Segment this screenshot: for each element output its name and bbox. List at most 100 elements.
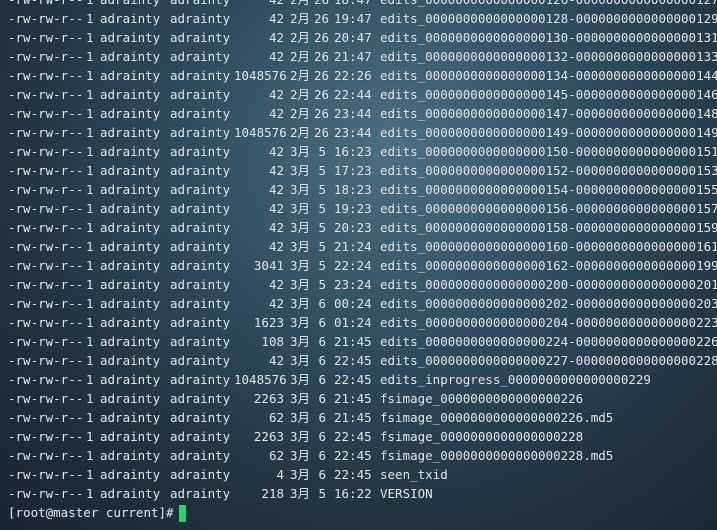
link-count: 1: [86, 258, 94, 273]
modified-time: 22:45: [334, 353, 372, 368]
listing-row: -rw-rw-r-- 1 adrainty adrainty 1048576 2月 26 23…: [8, 123, 717, 142]
file-group: adrainty: [170, 296, 231, 311]
file-group: adrainty: [170, 239, 231, 254]
file-permissions: -rw-rw-r--: [8, 49, 84, 64]
file-permissions: -rw-rw-r--: [8, 30, 84, 45]
link-count: 1: [86, 220, 94, 235]
modified-day: 5: [318, 201, 326, 216]
file-size: 42: [268, 11, 284, 26]
listing-row: -rw-rw-r-- 1 adrainty adrainty 42 3月 6 22:45 edi…: [8, 351, 717, 370]
file-permissions: -rw-rw-r--: [8, 467, 84, 482]
file-permissions: -rw-rw-r--: [8, 87, 84, 102]
modified-time: 18:47: [334, 0, 372, 9]
file-name: edits_0000000000000000224-00000000000000…: [380, 334, 717, 349]
modified-time: 17:23: [334, 163, 372, 178]
file-size: 1048576: [234, 68, 287, 83]
modified-time: 19:47: [334, 11, 372, 26]
modified-day: 6: [318, 429, 326, 444]
listing-row: -rw-rw-r-- 1 adrainty adrainty 108 3月 6 21:45 ed…: [8, 332, 717, 351]
listing-row: -rw-rw-r-- 1 adrainty adrainty 4 3月 6 22:45 seen…: [8, 465, 713, 484]
file-size: 4: [276, 467, 284, 482]
file-name: edits_0000000000000000134-00000000000000…: [380, 68, 717, 83]
modified-month: 3月: [290, 467, 311, 482]
modified-time: 23:44: [334, 125, 372, 140]
modified-time: 01:24: [334, 315, 372, 330]
link-count: 1: [86, 391, 94, 406]
modified-day: 26: [314, 125, 330, 140]
file-group: adrainty: [170, 125, 231, 140]
modified-day: 6: [318, 315, 326, 330]
modified-day: 5: [318, 144, 326, 159]
modified-month: 3月: [290, 334, 311, 349]
file-permissions: -rw-rw-r--: [8, 0, 83, 9]
command-prompt-line[interactable]: [root@master current]#: [8, 503, 186, 523]
modified-time: 21:47: [334, 49, 372, 64]
link-count: 1: [86, 125, 94, 140]
link-count: 1: [86, 467, 94, 482]
file-owner: adrainty: [100, 68, 161, 83]
file-group: adrainty: [170, 0, 230, 9]
modified-day: 26: [314, 0, 329, 9]
listing-row: -rw-rw-r-- 1 adrainty adrainty 1048576 2月 26 22…: [8, 66, 717, 85]
file-owner: adrainty: [100, 372, 161, 387]
modified-month: 3月: [290, 391, 311, 406]
file-owner: adrainty: [100, 486, 161, 501]
file-permissions: -rw-rw-r--: [8, 220, 84, 235]
file-size: 42: [268, 106, 284, 121]
terminal-window[interactable]: -rw-rw-r--1adraintyadrainty422月2618:47ed…: [0, 0, 717, 530]
file-name: seen_txid: [380, 467, 448, 482]
link-count: 1: [86, 11, 94, 26]
modified-time: 22:45: [334, 448, 372, 463]
file-size: 42: [268, 49, 284, 64]
listing-row: -rw-rw-r-- 1 adrainty adrainty 42 2月 26 19:47 ed…: [8, 9, 717, 28]
link-count: 1: [86, 277, 94, 292]
modified-day: 5: [318, 220, 326, 235]
file-size: 62: [268, 410, 284, 425]
modified-day: 26: [314, 87, 330, 102]
file-size: 42: [268, 201, 284, 216]
file-size: 42: [268, 144, 284, 159]
modified-month: 2月: [290, 68, 311, 83]
modified-month: 3月: [290, 486, 311, 501]
file-listing: -rw-rw-r--1adraintyadrainty422月2618:47ed…: [8, 0, 717, 503]
file-permissions: -rw-rw-r--: [8, 68, 84, 83]
modified-month: 3月: [290, 163, 311, 178]
file-group: adrainty: [170, 182, 231, 197]
file-permissions: -rw-rw-r--: [8, 296, 84, 311]
link-count: 1: [86, 30, 94, 45]
modified-time: 21:45: [334, 410, 372, 425]
file-group: adrainty: [170, 448, 231, 463]
modified-day: 6: [318, 372, 326, 387]
file-owner: adrainty: [100, 201, 161, 216]
modified-day: 26: [314, 49, 330, 64]
modified-month: 3月: [290, 144, 311, 159]
modified-month: 3月: [290, 220, 311, 235]
file-name: edits_0000000000000000162-00000000000000…: [380, 258, 717, 273]
file-owner: adrainty: [100, 296, 161, 311]
file-owner: adrainty: [100, 144, 161, 159]
modified-day: 6: [318, 353, 326, 368]
file-name: edits_0000000000000000202-00000000000000…: [380, 296, 717, 311]
link-count: 1: [86, 106, 94, 121]
file-permissions: -rw-rw-r--: [8, 258, 84, 273]
file-owner: adrainty: [100, 448, 161, 463]
modified-month: 3月: [290, 448, 311, 463]
link-count: 1: [86, 201, 94, 216]
modified-time: 23:24: [334, 277, 372, 292]
modified-day: 6: [318, 467, 326, 482]
file-owner: adrainty: [100, 258, 161, 273]
link-count: 1: [86, 334, 94, 349]
link-count: 1: [86, 163, 94, 178]
modified-month: 2月: [290, 49, 311, 64]
file-permissions: -rw-rw-r--: [8, 334, 84, 349]
file-size: 42: [268, 296, 284, 311]
file-group: adrainty: [170, 277, 231, 292]
file-permissions: -rw-rw-r--: [8, 239, 84, 254]
modified-time: 22:44: [334, 87, 372, 102]
file-size: 2263: [253, 429, 284, 444]
file-permissions: -rw-rw-r--: [8, 372, 84, 387]
modified-time: 18:23: [334, 182, 372, 197]
modified-day: 5: [318, 277, 326, 292]
file-group: adrainty: [170, 410, 231, 425]
file-group: adrainty: [170, 11, 231, 26]
